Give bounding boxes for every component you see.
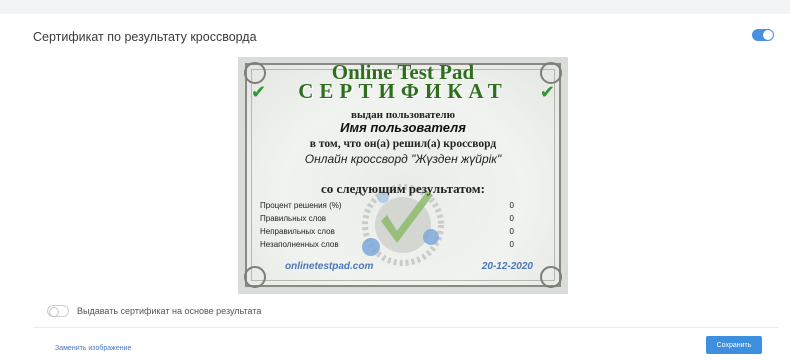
certificate-site: onlinetestpad.com bbox=[285, 261, 374, 272]
result-row-value: 0 bbox=[509, 201, 514, 210]
issue-by-result-toggle[interactable] bbox=[47, 305, 69, 317]
toggle-knob bbox=[49, 307, 59, 317]
result-row: Неправильных слов 0 bbox=[238, 227, 568, 237]
save-button[interactable]: Сохранить bbox=[706, 336, 762, 354]
result-row-label: Неправильных слов bbox=[260, 227, 335, 236]
result-row: Незаполненных слов 0 bbox=[238, 240, 568, 250]
result-row-value: 0 bbox=[509, 214, 514, 223]
result-label: со следующим результатом: bbox=[321, 181, 485, 196]
certificate-heading: СЕРТИФИКАТ bbox=[298, 79, 508, 103]
user-name: Имя пользователя bbox=[340, 120, 466, 135]
divider bbox=[33, 327, 778, 328]
result-row-label: Процент решения (%) bbox=[260, 201, 342, 210]
result-row-label: Незаполненных слов bbox=[260, 240, 339, 249]
corner-ornament-icon bbox=[244, 266, 266, 288]
result-row-value: 0 bbox=[509, 227, 514, 236]
result-row-value: 0 bbox=[509, 240, 514, 249]
corner-ornament-icon bbox=[540, 266, 562, 288]
solved-label: в том, что он(а) решил(а) кроссворд bbox=[309, 138, 497, 150]
toggle-knob bbox=[763, 30, 773, 40]
certificate-toggle[interactable] bbox=[752, 29, 774, 41]
crossword-name: Онлайн кроссворд "Жүзден жүйрік" bbox=[304, 152, 502, 166]
certificate-date: 20-12-2020 bbox=[481, 261, 533, 272]
section-title: Сертификат по результату кроссворда bbox=[33, 30, 257, 44]
certificate-image: Online Test Pad ✔ ✔ СЕРТИФИКАТ выдан пол… bbox=[238, 57, 568, 294]
result-row: Процент решения (%) 0 bbox=[238, 201, 568, 211]
top-band bbox=[0, 0, 790, 14]
issue-by-result-label: Выдавать сертификат на основе результата bbox=[77, 306, 262, 316]
replace-image-link[interactable]: Заменить изображение bbox=[55, 345, 131, 352]
result-row-label: Правильных слов bbox=[260, 214, 327, 223]
result-row: Правильных слов 0 bbox=[238, 214, 568, 224]
